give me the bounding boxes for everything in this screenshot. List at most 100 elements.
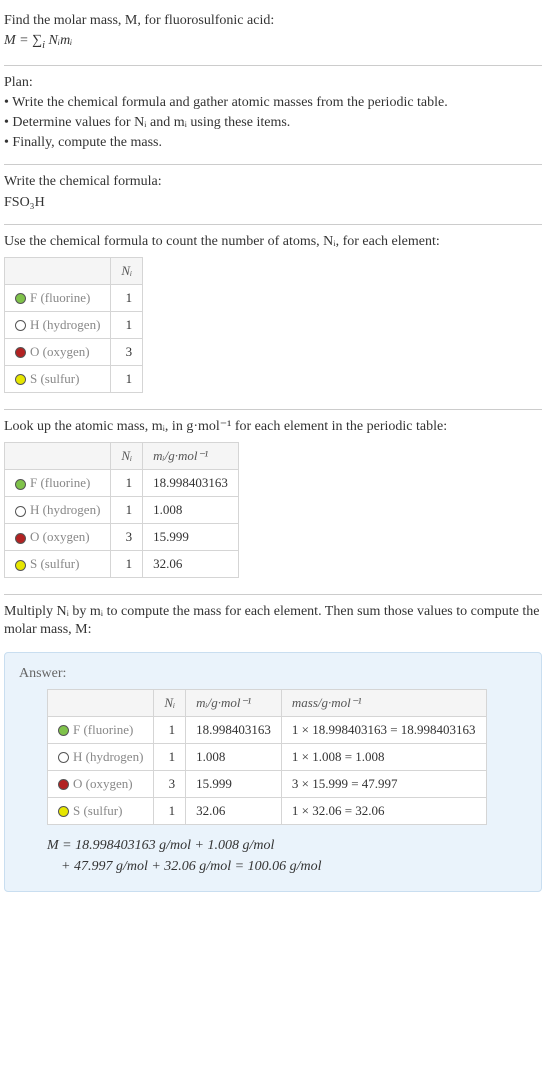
element-name: F (fluorine) — [73, 722, 133, 737]
element-name: S (sulfur) — [73, 803, 122, 818]
element-cell: O (oxygen) — [5, 338, 111, 365]
table-row: S (sulfur) 1 32.06 — [5, 551, 239, 578]
plan-bullet-3: • Finally, compute the mass. — [4, 134, 542, 152]
intro-line: Find the molar mass, M, for fluorosulfon… — [4, 12, 542, 30]
table-header-row: Nᵢ mᵢ/g·mol⁻¹ — [5, 443, 239, 470]
chemical-formula: FSO₃H — [4, 194, 542, 212]
count-line: Use the chemical formula to count the nu… — [4, 233, 542, 251]
n-cell: 1 — [111, 497, 143, 524]
eq-left: M = ∑ — [4, 33, 42, 48]
mass-cell: 1 × 18.998403163 = 18.998403163 — [281, 716, 486, 743]
table-row: H (hydrogen) 1 — [5, 311, 143, 338]
blank-header — [5, 443, 111, 470]
masses-table: Nᵢ mᵢ/g·mol⁻¹ F (fluorine) 1 18.99840316… — [4, 442, 239, 578]
element-cell: F (fluorine) — [5, 284, 111, 311]
element-cell: F (fluorine) — [5, 470, 111, 497]
formula-line: Write the chemical formula: — [4, 173, 542, 191]
table-row: S (sulfur) 1 — [5, 365, 143, 392]
n-cell: 3 — [111, 338, 143, 365]
element-name: F (fluorine) — [30, 290, 90, 305]
element-swatch-icon — [58, 752, 69, 763]
plan-bullet-1: • Write the chemical formula and gather … — [4, 94, 542, 112]
element-cell: H (hydrogen) — [5, 311, 111, 338]
answer-label: Answer: — [19, 665, 527, 683]
element-name: S (sulfur) — [30, 556, 79, 571]
n-cell: 3 — [111, 524, 143, 551]
m-cell: 15.999 — [186, 770, 282, 797]
mass-cell: 1 × 32.06 = 32.06 — [281, 797, 486, 824]
m-cell: 18.998403163 — [143, 470, 239, 497]
mass-header: mass/g·mol⁻¹ — [281, 689, 486, 716]
element-swatch-icon — [58, 725, 69, 736]
m-header: mᵢ/g·mol⁻¹ — [186, 689, 282, 716]
element-cell: O (oxygen) — [5, 524, 111, 551]
m-cell: 1.008 — [143, 497, 239, 524]
intro-text: Find the molar mass, M, for fluorosulfon… — [4, 13, 274, 28]
element-name: O (oxygen) — [30, 529, 90, 544]
mass-cell: 3 × 15.999 = 47.997 — [281, 770, 486, 797]
element-cell: H (hydrogen) — [48, 743, 154, 770]
m-cell: 32.06 — [143, 551, 239, 578]
element-swatch-icon — [15, 374, 26, 385]
table-row: F (fluorine) 1 18.998403163 1 × 18.99840… — [48, 716, 487, 743]
m-header: mᵢ/g·mol⁻¹ — [143, 443, 239, 470]
element-cell: H (hydrogen) — [5, 497, 111, 524]
n-cell: 1 — [111, 551, 143, 578]
element-name: O (oxygen) — [73, 776, 133, 791]
table-row: F (fluorine) 1 18.998403163 — [5, 470, 239, 497]
n-header: Nᵢ — [111, 443, 143, 470]
element-swatch-icon — [15, 533, 26, 544]
element-cell: S (sulfur) — [48, 797, 154, 824]
element-swatch-icon — [15, 347, 26, 358]
n-cell: 3 — [154, 770, 186, 797]
answer-table: Nᵢ mᵢ/g·mol⁻¹ mass/g·mol⁻¹ F (fluorine) … — [47, 689, 487, 825]
table-row: F (fluorine) 1 — [5, 284, 143, 311]
table-row: S (sulfur) 1 32.06 1 × 32.06 = 32.06 — [48, 797, 487, 824]
element-name: H (hydrogen) — [73, 749, 143, 764]
m-cell: 18.998403163 — [186, 716, 282, 743]
element-swatch-icon — [15, 320, 26, 331]
element-swatch-icon — [15, 506, 26, 517]
table-row: O (oxygen) 3 — [5, 338, 143, 365]
final-line-1: M = 18.998403163 g/mol + 1.008 g/mol — [47, 835, 527, 856]
n-header: Nᵢ — [111, 257, 143, 284]
n-header: Nᵢ — [154, 689, 186, 716]
table-header-row: Nᵢ — [5, 257, 143, 284]
n-cell: 1 — [154, 743, 186, 770]
element-swatch-icon — [15, 293, 26, 304]
m-cell: 32.06 — [186, 797, 282, 824]
answer-box: Answer: Nᵢ mᵢ/g·mol⁻¹ mass/g·mol⁻¹ F (fl… — [4, 652, 542, 892]
masses-section: Look up the atomic mass, mᵢ, in g·mol⁻¹ … — [4, 410, 542, 595]
element-cell: F (fluorine) — [48, 716, 154, 743]
n-cell: 1 — [111, 365, 143, 392]
element-name: S (sulfur) — [30, 371, 79, 386]
compute-line: Multiply Nᵢ by mᵢ to compute the mass fo… — [4, 603, 542, 639]
eq-right: Nᵢmᵢ — [45, 33, 72, 48]
n-cell: 1 — [111, 311, 143, 338]
m-cell: 15.999 — [143, 524, 239, 551]
n-cell: 1 — [154, 797, 186, 824]
element-cell: O (oxygen) — [48, 770, 154, 797]
table-header-row: Nᵢ mᵢ/g·mol⁻¹ mass/g·mol⁻¹ — [48, 689, 487, 716]
table-row: H (hydrogen) 1 1.008 — [5, 497, 239, 524]
plan-bullet-2: • Determine values for Nᵢ and mᵢ using t… — [4, 114, 542, 132]
plan-heading: Plan: — [4, 74, 542, 92]
element-cell: S (sulfur) — [5, 551, 111, 578]
element-cell: S (sulfur) — [5, 365, 111, 392]
element-name: H (hydrogen) — [30, 502, 100, 517]
blank-header — [5, 257, 111, 284]
final-result: M = 18.998403163 g/mol + 1.008 g/mol + 4… — [47, 835, 527, 877]
mass-cell: 1 × 1.008 = 1.008 — [281, 743, 486, 770]
n-cell: 1 — [111, 470, 143, 497]
final-line-2: + 47.997 g/mol + 32.06 g/mol = 100.06 g/… — [61, 856, 527, 877]
table-row: O (oxygen) 3 15.999 — [5, 524, 239, 551]
masses-line: Look up the atomic mass, mᵢ, in g·mol⁻¹ … — [4, 418, 542, 436]
m-cell: 1.008 — [186, 743, 282, 770]
element-name: H (hydrogen) — [30, 317, 100, 332]
element-swatch-icon — [58, 806, 69, 817]
element-name: F (fluorine) — [30, 475, 90, 490]
plan-section: Plan: • Write the chemical formula and g… — [4, 66, 542, 166]
element-name: O (oxygen) — [30, 344, 90, 359]
table-row: H (hydrogen) 1 1.008 1 × 1.008 = 1.008 — [48, 743, 487, 770]
n-cell: 1 — [111, 284, 143, 311]
